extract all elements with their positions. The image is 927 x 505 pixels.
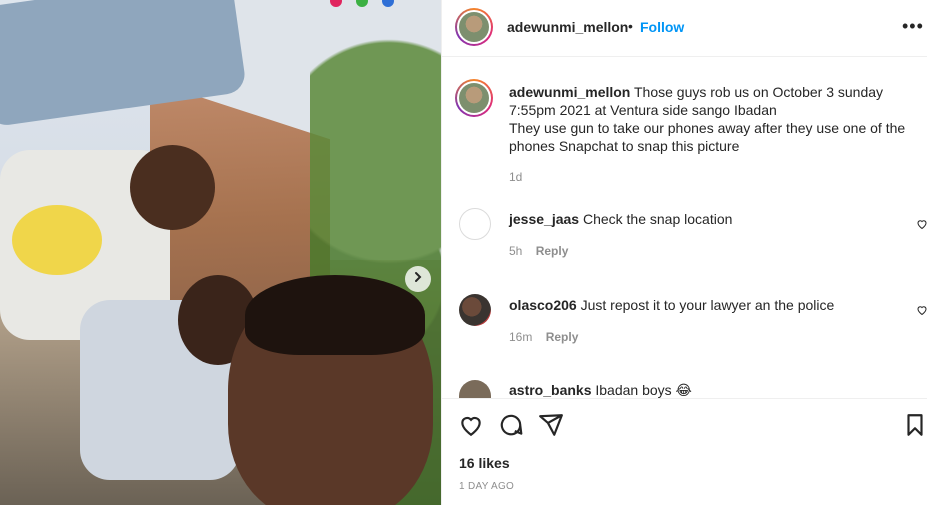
post-username[interactable]: adewunmi_mellon: [507, 19, 628, 35]
heart-icon[interactable]: [916, 217, 927, 230]
share-icon[interactable]: [538, 412, 564, 438]
comment-time: 16m: [509, 330, 533, 344]
photo-shirt-print: [12, 205, 102, 275]
comment-username[interactable]: jesse_jaas: [509, 211, 579, 227]
caption-username[interactable]: adewunmi_mellon: [509, 84, 630, 100]
comment-meta: 5h Reply: [509, 244, 568, 258]
avatar[interactable]: [459, 294, 491, 326]
likes-count[interactable]: 16 likes: [459, 455, 510, 471]
post-header: adewunmi_mellon • Follow •••: [442, 0, 927, 57]
comment-line: astro_banks Ibadan boys 😂: [509, 382, 692, 399]
avatar[interactable]: [459, 208, 491, 240]
separator-dot: •: [628, 18, 633, 34]
post-photo[interactable]: [0, 0, 441, 505]
comment-text: Ibadan boys 😂: [595, 382, 692, 398]
photo-person-head: [130, 145, 215, 230]
reply-button[interactable]: Reply: [546, 330, 579, 344]
bookmark-icon[interactable]: [902, 412, 927, 438]
post-date: 1 DAY AGO: [459, 481, 515, 492]
heart-icon[interactable]: [458, 412, 484, 438]
chevron-right-icon: [412, 270, 424, 288]
comment-line: olasco206 Just repost it to your lawyer …: [509, 297, 834, 313]
comment-time: 5h: [509, 244, 523, 258]
reply-button[interactable]: Reply: [536, 244, 569, 258]
comment-icon[interactable]: [498, 412, 524, 438]
photo-hair: [245, 275, 425, 355]
photo-emoji-strip: [330, 0, 410, 8]
follow-button[interactable]: Follow: [640, 19, 684, 35]
post-panel: adewunmi_mellon • Follow ••• adewunmi_me…: [441, 0, 927, 505]
comment-username[interactable]: olasco206: [509, 297, 577, 313]
avatar[interactable]: [455, 8, 493, 46]
caption-text: adewunmi_mellon Those guys rob us on Oct…: [509, 83, 924, 155]
next-photo-button[interactable]: [405, 266, 431, 292]
avatar[interactable]: [455, 79, 493, 117]
caption-body-2: They use gun to take our phones away aft…: [509, 120, 906, 154]
post-actions: 16 likes 1 DAY AGO: [442, 398, 927, 505]
more-options-icon[interactable]: •••: [902, 16, 924, 37]
heart-icon[interactable]: [916, 303, 927, 316]
comment-username[interactable]: astro_banks: [509, 382, 591, 398]
avatar[interactable]: [459, 380, 491, 398]
comment-text: Check the snap location: [582, 211, 733, 227]
caption-time: 1d: [509, 170, 523, 184]
comment-text: Just repost it to your lawyer an the pol…: [580, 297, 835, 313]
comment-line: jesse_jaas Check the snap location: [509, 211, 732, 227]
comment-meta: 16m Reply: [509, 330, 578, 344]
